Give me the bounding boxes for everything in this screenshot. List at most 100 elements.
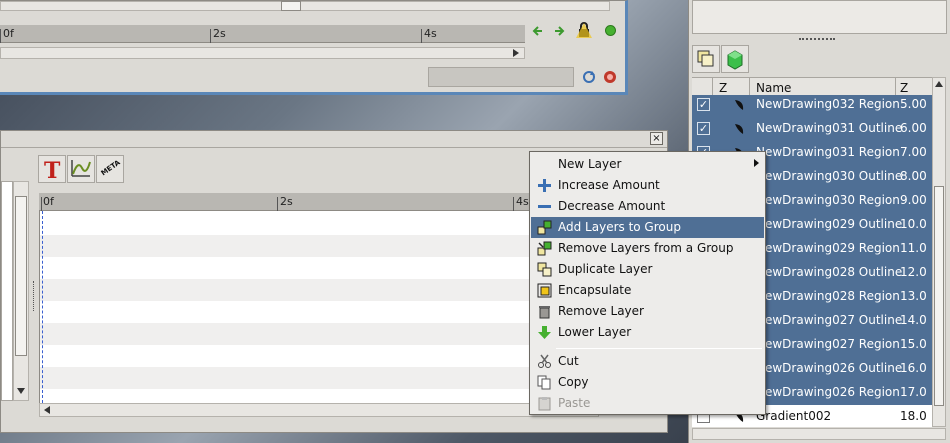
column-header-z[interactable]: Z (719, 81, 727, 95)
params-time-ruler[interactable]: 0f 2s 4s (39, 193, 599, 211)
layer-name: NewDrawing027 Outline (756, 313, 903, 327)
refresh-icon[interactable] (582, 70, 596, 84)
param-list-scrollbar-thumb[interactable] (15, 196, 27, 356)
column-header-z-depth[interactable]: Z (900, 81, 908, 95)
layer-row[interactable]: ✓ NewDrawing031 Outline 6.00 (692, 117, 932, 141)
pane-resize-handle[interactable] (33, 281, 35, 311)
layers-scrollbar[interactable] (932, 77, 946, 427)
submenu-arrow-icon (754, 159, 759, 167)
params-time-scrollbar[interactable] (39, 403, 599, 417)
layer-type-icon (732, 98, 746, 112)
text-tool-button[interactable]: T (38, 155, 66, 184)
prev-keyframe-icon[interactable] (532, 25, 544, 37)
param-list[interactable] (1, 181, 13, 401)
menu-item-remove-layer[interactable]: Remove Layer (531, 301, 764, 322)
layer-z-depth: 15.0 (900, 337, 927, 351)
layer-name: NewDrawing026 Region (756, 385, 900, 399)
layer-name: NewDrawing030 Outline (756, 169, 903, 183)
layer-name: NewDrawing031 Outline (756, 121, 903, 135)
scroll-up-arrow-icon[interactable] (935, 81, 943, 87)
menu-item-add-layers-to-group[interactable]: Add Layers to Group (531, 217, 764, 238)
layer-name: NewDrawing028 Outline (756, 265, 903, 279)
lock-keyframe-icon[interactable] (575, 21, 593, 39)
scroll-down-arrow-icon[interactable] (17, 388, 25, 394)
time-scrollbar[interactable] (0, 47, 525, 59)
stop-render-icon[interactable] (603, 70, 617, 84)
layer-name: NewDrawing029 Region (756, 241, 900, 255)
layer-visibility-checkbox[interactable]: ✓ (697, 98, 710, 111)
menu-item-paste[interactable]: Paste (531, 393, 764, 414)
layer-name: NewDrawing028 Region (756, 289, 900, 303)
layers-scrollbar-thumb[interactable] (934, 186, 944, 406)
meta-tool-button[interactable]: META (96, 155, 124, 183)
next-keyframe-icon[interactable] (553, 25, 565, 37)
duplicate-icon (537, 262, 552, 277)
menu-item-remove-layers-from-group[interactable]: Remove Layers from a Group (531, 238, 764, 259)
time-ruler[interactable]: 0f 2s 4s (0, 25, 525, 43)
layer-z-depth: 16.0 (900, 361, 927, 375)
layer-name: NewDrawing031 Region (756, 145, 900, 159)
scroll-right-arrow-icon[interactable] (513, 49, 519, 57)
paste-icon (537, 396, 552, 411)
layer-name: NewDrawing030 Region (756, 193, 900, 207)
scroll-left-arrow-icon[interactable] (44, 406, 50, 414)
menu-item-lower-layer[interactable]: Lower Layer (531, 322, 764, 343)
layer-z-depth: 10.0 (900, 217, 927, 231)
menu-item-decrease-amount[interactable]: Decrease Amount (531, 196, 764, 217)
layer-z-depth: 11.0 (900, 241, 927, 255)
menu-item-cut[interactable]: Cut (531, 351, 764, 372)
layer-z-depth: 17.0 (900, 385, 927, 399)
layer-z-depth: 14.0 (900, 313, 927, 327)
menu-item-encapsulate[interactable]: Encapsulate (531, 280, 764, 301)
layer-z-depth: 9.00 (900, 193, 927, 207)
svg-text:T: T (44, 158, 61, 182)
ruler-label-2s: 2s (213, 27, 226, 40)
top-scrollbar[interactable] (0, 1, 610, 11)
params-timeline-tracks[interactable] (39, 211, 600, 403)
animation-mode-indicator[interactable] (605, 25, 616, 36)
menu-separator (556, 348, 762, 349)
layers-table-header: Z Name Z (692, 77, 932, 98)
layers-hscrollbar[interactable] (692, 428, 946, 440)
menu-item-new-layer[interactable]: New Layer (531, 154, 764, 175)
curves-tool-button[interactable] (67, 155, 95, 183)
ruler-label-4s: 4s (424, 27, 437, 40)
layer-z-depth: 12.0 (900, 265, 927, 279)
trash-icon (537, 304, 552, 319)
encapsulate-icon (537, 283, 552, 298)
menu-item-duplicate-layer[interactable]: Duplicate Layer (531, 259, 764, 280)
layer-context-menu: New Layer Increase Amount Decrease Amoun… (529, 151, 766, 415)
column-header-name[interactable]: Name (756, 81, 791, 95)
layer-row[interactable]: ✓ NewDrawing032 Region 5.00 (692, 95, 932, 117)
layer-name: Gradient002 (756, 409, 832, 423)
layer-visibility-checkbox[interactable]: ✓ (697, 122, 710, 135)
ruler-label-0f: 0f (3, 27, 14, 40)
layer-name: NewDrawing032 Region (756, 97, 900, 111)
layer-type-icon (732, 122, 746, 136)
close-icon[interactable]: × (650, 132, 663, 145)
layer-name: NewDrawing029 Outline (756, 217, 903, 231)
layer-z-depth: 18.0 (900, 409, 927, 423)
layer-z-depth: 8.00 (900, 169, 927, 183)
layer-z-depth: 7.00 (900, 145, 927, 159)
params-titlebar[interactable]: × (1, 131, 667, 148)
params-ruler-label-2s: 2s (280, 195, 293, 208)
layers-tab-button[interactable] (692, 45, 720, 73)
timetrack-window: 0f 2s 4s (0, 0, 628, 95)
add-to-group-icon (537, 220, 552, 235)
navigator-preview (692, 0, 947, 34)
time-cursor (42, 211, 43, 403)
progress-field (428, 67, 574, 87)
menu-item-copy[interactable]: Copy (531, 372, 764, 393)
scissors-icon (537, 354, 552, 369)
pane-resize-handle-layers[interactable] (799, 38, 835, 41)
copy-icon (537, 375, 552, 390)
params-ruler-label-4s: 4s (516, 195, 529, 208)
menu-item-increase-amount[interactable]: Increase Amount (531, 175, 764, 196)
arrow-down-icon (537, 325, 552, 340)
layer-z-depth: 5.00 (900, 97, 927, 111)
library-tab-button[interactable] (721, 45, 749, 73)
param-list-scrollbar[interactable] (13, 181, 29, 401)
layer-z-depth: 13.0 (900, 289, 927, 303)
top-scrollbar-thumb[interactable] (281, 1, 301, 11)
